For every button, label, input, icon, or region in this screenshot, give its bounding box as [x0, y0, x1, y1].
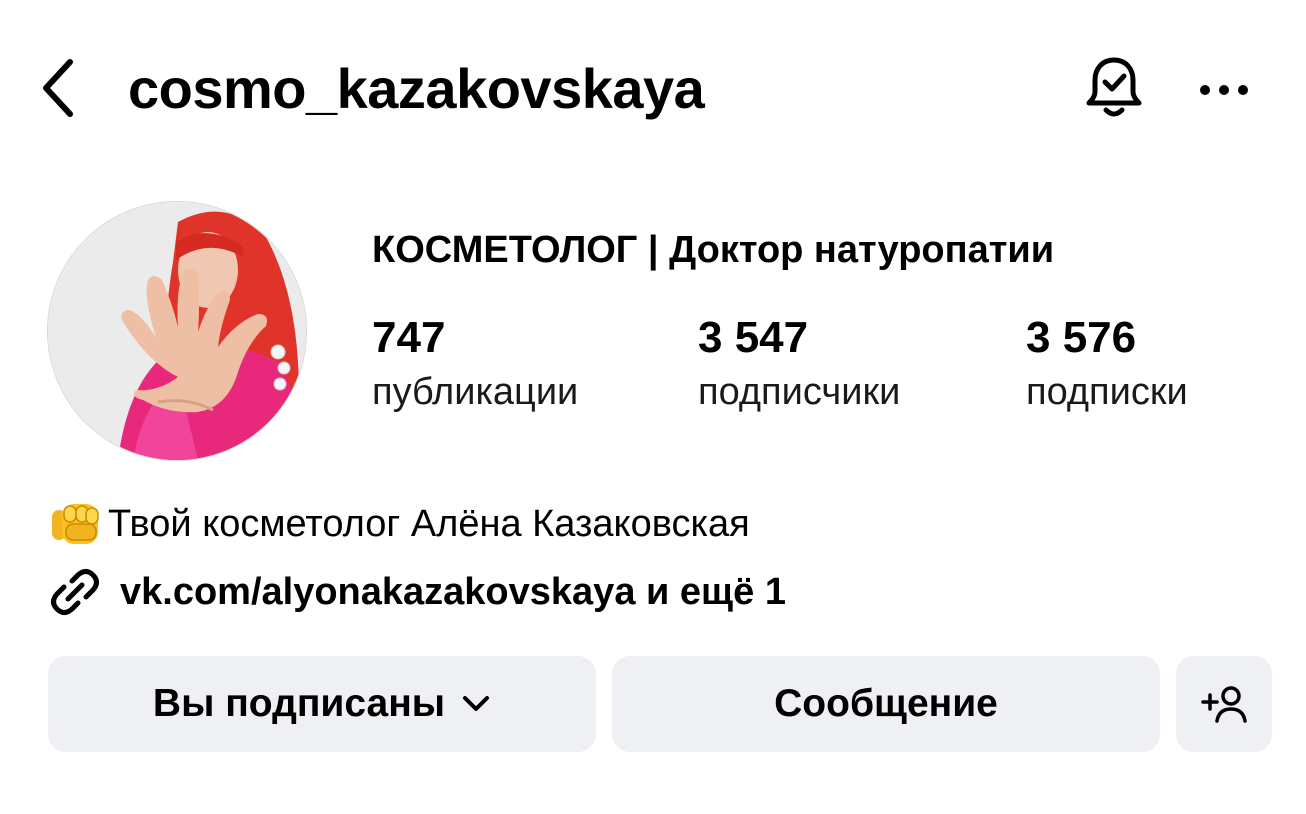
add-user-icon: [1201, 686, 1247, 723]
posts-stat[interactable]: 747 публикации: [372, 312, 578, 420]
profile-link[interactable]: vk.com/alyonakazakovskaya и ещё 1: [48, 564, 786, 620]
followers-count: 3 547: [698, 313, 809, 362]
following-label: подписки: [1026, 371, 1188, 413]
profile-username: cosmo_kazakovskaya: [128, 57, 705, 120]
more-horizontal-icon: [1200, 85, 1248, 95]
bio-text: Твой косметолог Алёна Казаковская: [108, 502, 750, 545]
message-button-label: Сообщение: [774, 682, 998, 725]
following-button-label: Вы подписаны: [152, 682, 446, 725]
fist-emoji-icon: [52, 504, 99, 544]
posts-count: 747: [372, 313, 446, 362]
add-user-button[interactable]: [1176, 656, 1272, 752]
profile-category: КОСМЕТОЛОГ | Доктор натуропатии: [372, 229, 1055, 271]
avatar[interactable]: [48, 202, 306, 460]
profile-header: cosmo_kazakovskaya: [0, 0, 1306, 180]
bell-check-icon: [1086, 57, 1142, 117]
profile-bio: Твой косметолог Алёна Казаковская: [48, 496, 750, 552]
followers-label: подписчики: [698, 371, 901, 413]
notifications-button[interactable]: [1078, 52, 1150, 124]
more-options-button[interactable]: [1190, 62, 1258, 118]
followers-stat[interactable]: 3 547 подписчики: [698, 312, 900, 420]
following-stat[interactable]: 3 576 подписки: [1026, 312, 1188, 420]
following-count: 3 576: [1026, 313, 1137, 362]
link-icon: [51, 569, 99, 615]
link-text: vk.com/alyonakazakovskaya и ещё 1: [120, 570, 786, 613]
back-button[interactable]: [34, 56, 82, 120]
posts-label: публикации: [372, 371, 579, 413]
chevron-left-icon: [43, 59, 73, 117]
following-button[interactable]: Вы подписаны: [48, 656, 596, 752]
chevron-down-icon: [463, 696, 490, 711]
profile-photo: [48, 202, 306, 460]
message-button[interactable]: Сообщение: [612, 656, 1160, 752]
